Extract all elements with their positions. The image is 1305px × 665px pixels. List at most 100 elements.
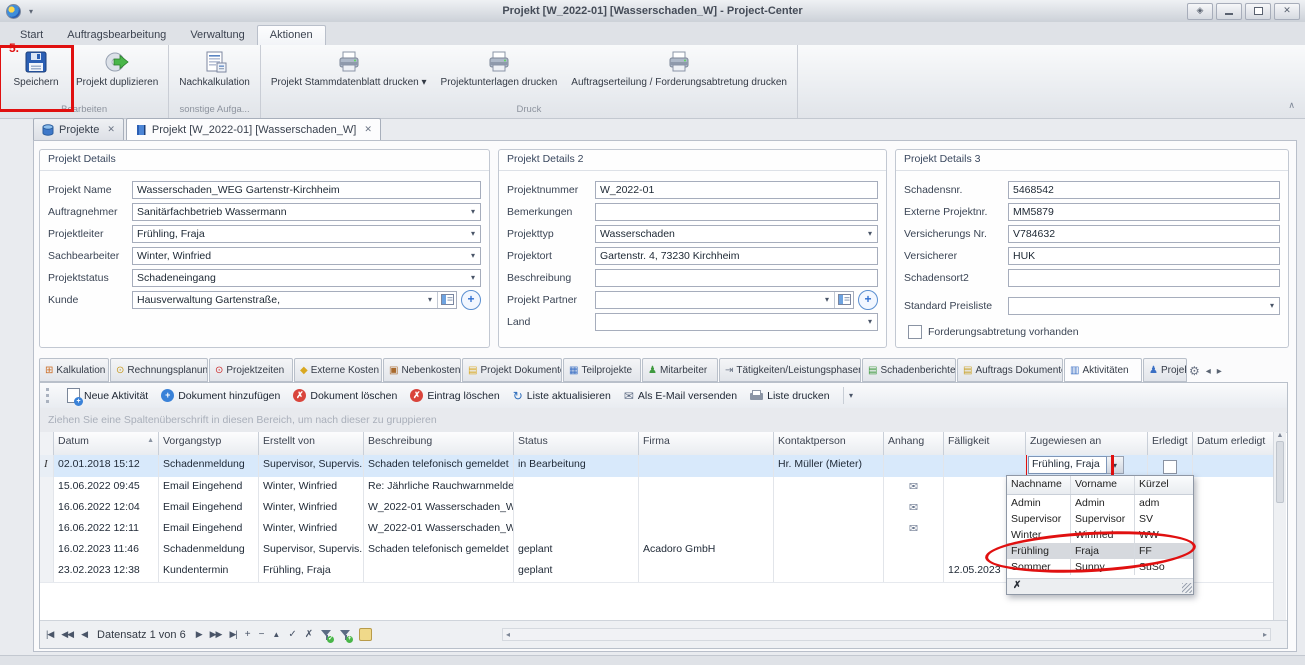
grid-cell[interactable] <box>639 498 774 519</box>
ribbon-tab-aktionen[interactable]: Aktionen <box>257 25 326 45</box>
grid-cell[interactable]: Schadenmeldung <box>159 540 259 561</box>
vertical-scrollbar[interactable]: ▲ <box>1273 432 1286 620</box>
tab-projekt-dokumente[interactable]: ▤Projekt Dokumente <box>462 358 562 382</box>
grid-cell[interactable]: 16.02.2023 11:46 <box>54 540 159 561</box>
grid-cell[interactable]: Acadoro GmbH <box>639 540 774 561</box>
send-email-button[interactable]: ✉Als E-Mail versenden <box>624 389 737 403</box>
forderungsabtretung-checkbox[interactable] <box>908 325 922 339</box>
tab-projekte[interactable]: Projekte ✕ <box>33 118 124 140</box>
delete-document-button[interactable]: ✗Dokument löschen <box>293 389 397 402</box>
tab-projekt-detail[interactable]: Projekt [W_2022-01] [Wasserschaden_W] ✕ <box>126 118 381 140</box>
assignee-dropdown-button[interactable]: ▾ <box>1107 456 1124 474</box>
grid-cell[interactable]: Winter, Winfried <box>259 498 364 519</box>
save-button[interactable]: Speichern <box>3 47 69 104</box>
add-document-button[interactable]: +Dokument hinzufügen <box>161 389 280 402</box>
ribbon-tab-verwaltung[interactable]: Verwaltung <box>178 26 256 45</box>
horizontal-scrollbar[interactable]: ◂ ▸ <box>502 628 1271 641</box>
grid-cell[interactable]: W_2022-01 Wasserschaden_WEG <box>364 519 514 540</box>
attachment-icon[interactable]: ✉ <box>909 481 918 493</box>
grid-cell[interactable]: Schaden telefonisch gemeldet <box>364 540 514 561</box>
grid-cell[interactable]: 15.06.2022 09:45 <box>54 477 159 498</box>
dropdown-row-sommer[interactable]: SommerSunnySuSo <box>1007 559 1193 575</box>
print-auftragserteilung-button[interactable]: Auftragserteilung / Forderungsabtretung … <box>564 47 794 104</box>
grid-cell[interactable]: 23.02.2023 12:38 <box>54 561 159 582</box>
contact-card-icon[interactable] <box>834 292 853 308</box>
new-activity-button[interactable]: +Neue Aktivität <box>67 388 148 403</box>
dropdown-row-supervisor[interactable]: SupervisorSupervisorSV <box>1007 511 1193 527</box>
column-header-anhang[interactable]: Anhang <box>884 432 944 455</box>
chevron-down-icon[interactable]: ▾ <box>863 317 877 326</box>
close-icon[interactable]: ✕ <box>364 124 372 135</box>
attachment-icon[interactable]: ✉ <box>909 523 918 535</box>
grid-cell[interactable] <box>884 561 944 582</box>
refresh-list-button[interactable]: ↻Liste aktualisieren <box>513 389 611 403</box>
filter-add-icon[interactable]: + <box>340 629 351 641</box>
ribbon-collapse-icon[interactable]: ∧ <box>1288 100 1295 111</box>
column-header-status[interactable]: Status <box>514 432 639 455</box>
column-header-erledigt[interactable]: Erledigt <box>1148 432 1193 455</box>
contact-card-icon[interactable] <box>437 292 456 308</box>
next-page-icon[interactable]: ▶▶ <box>210 629 222 640</box>
grid-cell[interactable]: Winter, Winfried <box>259 519 364 540</box>
chevron-down-icon[interactable]: ▾ <box>863 229 877 238</box>
projekttyp-combo[interactable]: Wasserschaden▾ <box>595 225 878 243</box>
reminder-icon[interactable] <box>359 628 372 641</box>
chevron-down-icon[interactable]: ▾ <box>466 229 480 238</box>
prev-page-icon[interactable]: ◀◀ <box>61 629 73 640</box>
dropdown-row-winter[interactable]: WinterWinfriedWW <box>1007 527 1193 543</box>
next-record-icon[interactable]: ▶ <box>196 629 202 640</box>
auftragnehmer-combo[interactable]: Sanitärfachbetrieb Wassermann▾ <box>132 203 481 221</box>
end-edit-icon[interactable]: ✓ <box>288 629 296 640</box>
schadensnr-field[interactable]: 5468542 <box>1008 181 1280 199</box>
minimize-button[interactable] <box>1216 3 1242 20</box>
grid-cell[interactable] <box>639 477 774 498</box>
print-stammdatenblatt-button[interactable]: Projekt Stammdatenblatt drucken ▾ <box>264 47 434 104</box>
tab-projektzeiten[interactable]: ⊙Projektzeiten <box>209 358 293 382</box>
projektort-field[interactable]: Gartenstr. 4, 73230 Kirchheim <box>595 247 878 265</box>
grid-cell[interactable]: Supervisor, Supervis... <box>259 540 364 561</box>
grid-cell[interactable]: Email Eingehend <box>159 519 259 540</box>
assignee-editor-input[interactable]: Frühling, Fraja <box>1028 456 1107 474</box>
standard-preisliste-combo[interactable]: ▾ <box>1008 297 1280 315</box>
dropdown-row-admin[interactable]: AdminAdminadm <box>1007 495 1193 511</box>
print-list-button[interactable]: Liste drucken <box>750 390 829 402</box>
dropdown-column-nachname[interactable]: Nachname <box>1007 476 1071 494</box>
grid-cell[interactable] <box>774 561 884 582</box>
close-button[interactable]: ✕ <box>1274 3 1300 20</box>
grid-cell[interactable] <box>1193 561 1275 582</box>
column-header-erstellt-von[interactable]: Erstellt von <box>259 432 364 455</box>
duplicate-project-button[interactable]: Projekt duplizieren <box>69 47 165 104</box>
tab-schadenberichte[interactable]: ▤Schadenberichte <box>862 358 956 382</box>
last-record-icon[interactable]: ▶| <box>229 629 236 640</box>
column-header-zugewiesen-an[interactable]: Zugewiesen an <box>1026 432 1148 455</box>
grid-cell[interactable]: in Bearbeitung <box>514 455 639 477</box>
tab-auftrags-dokumente[interactable]: ▤Auftrags Dokumente <box>957 358 1063 382</box>
grid-cell[interactable]: Kundentermin <box>159 561 259 582</box>
grid-cell[interactable]: ✉ <box>884 477 944 498</box>
grid-cell[interactable]: 16.06.2022 12:11 <box>54 519 159 540</box>
tab-scroll-right-icon[interactable]: ▸ <box>1217 366 1222 377</box>
grid-cell[interactable] <box>1148 455 1193 477</box>
grid-cell[interactable] <box>639 519 774 540</box>
group-by-bar[interactable]: Ziehen Sie eine Spaltenüberschrift in di… <box>40 408 1287 433</box>
grid-cell[interactable]: Re: Jährliche Rauchwarnmelderwar <box>364 477 514 498</box>
chevron-down-icon[interactable]: ▾ <box>423 295 437 304</box>
edit-record-icon[interactable]: ▲ <box>272 630 280 639</box>
grid-cell[interactable]: Email Eingehend <box>159 498 259 519</box>
grid-cell[interactable]: ✉ <box>884 519 944 540</box>
dropdown-column-kuerzel[interactable]: Kürzel <box>1135 476 1191 494</box>
close-icon[interactable]: ✕ <box>107 124 115 135</box>
delete-record-icon[interactable]: − <box>259 629 265 640</box>
chevron-down-icon[interactable]: ▾ <box>1265 301 1279 310</box>
tab-scroll-left-icon[interactable]: ◂ <box>1206 366 1211 377</box>
grid-cell[interactable] <box>514 498 639 519</box>
column-header-faelligkeit[interactable]: Fälligkeit <box>944 432 1026 455</box>
ribbon-tab-auftragsbearbeitung[interactable]: Auftragsbearbeitung <box>55 26 178 45</box>
toolbar-grip[interactable] <box>46 388 52 403</box>
append-record-icon[interactable]: + <box>245 629 251 640</box>
chevron-down-icon[interactable]: ▾ <box>466 207 480 216</box>
projekt-partner-combo[interactable]: ▾ <box>595 291 854 309</box>
grid-cell[interactable] <box>514 477 639 498</box>
grid-cell[interactable] <box>1193 519 1275 540</box>
column-header-datum[interactable]: Datum▲ <box>54 432 159 455</box>
